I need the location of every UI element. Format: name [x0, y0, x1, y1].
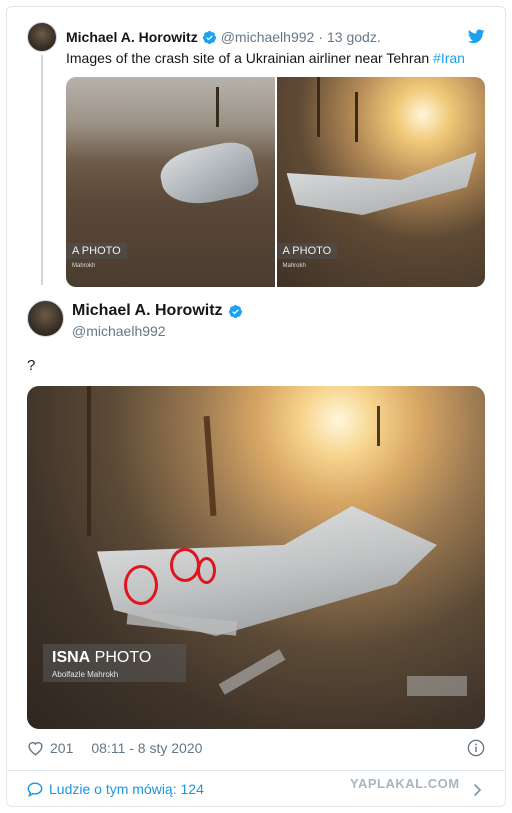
crash-site-photo-1[interactable]: A PHOTO Mahrokh [66, 77, 275, 287]
crash-site-photo-2[interactable]: A PHOTO Mahrokh [276, 77, 485, 287]
tree-shape [316, 77, 320, 137]
highlight-circle [124, 565, 158, 605]
pole-shape [377, 406, 380, 446]
photo-watermark: ISNA PHOTO [52, 649, 151, 667]
quoted-author-handle[interactable]: @michaelh992 [221, 29, 315, 45]
hashtag-link[interactable]: #Iran [433, 50, 465, 66]
tweet-actions: 201 08:11 - 8 sty 2020 [27, 740, 202, 756]
info-icon[interactable] [467, 739, 485, 757]
people-talking-label: Ludzie o tym mówią: 124 [49, 781, 204, 797]
tweet-text: ? [27, 357, 36, 374]
speech-bubble-icon [27, 781, 43, 797]
author-name[interactable]: Michael A. Horowitz [72, 302, 223, 320]
site-watermark: YAPLAKAL.COM [350, 776, 460, 791]
photo-brand: ISNA [52, 649, 91, 666]
pole-shape [203, 415, 217, 517]
wreckage-shape [286, 152, 477, 215]
author-handle[interactable]: @michaelh992 [72, 323, 166, 339]
author-avatar[interactable] [27, 300, 64, 337]
thread-connector-line [41, 55, 43, 285]
highlight-circle [170, 548, 200, 582]
tweet-timestamp[interactable]: 08:11 - 8 sty 2020 [91, 740, 202, 756]
photo-credit: Abolfazle Mahrokh [52, 670, 119, 679]
photo1-credit: Mahrokh [72, 263, 96, 269]
highlight-circle [197, 557, 216, 584]
quoted-header: Michael A. Horowitz @michaelh992 · 13 go… [66, 29, 381, 45]
heart-icon[interactable] [27, 740, 44, 756]
quoted-tweet-text: Images of the crash site of a Ukrainian … [66, 50, 465, 66]
tree-shape [354, 92, 358, 142]
quoted-photo-grid: A PHOTO Mahrokh A PHOTO Mahrokh [66, 77, 485, 287]
quoted-text-body: Images of the crash site of a Ukrainian … [66, 50, 434, 66]
wreckage-shape [156, 137, 261, 212]
verified-badge-icon [202, 30, 216, 44]
photo1-watermark: A PHOTO [66, 243, 127, 259]
quoted-avatar[interactable] [27, 22, 57, 52]
twitter-bird-icon[interactable] [468, 29, 485, 44]
tree-shape [87, 386, 91, 536]
quoted-timestamp[interactable]: 13 godz. [327, 29, 381, 45]
crash-site-photo-main[interactable]: ISNA PHOTO Abolfazle Mahrokh [27, 386, 485, 729]
verified-badge-icon [228, 304, 242, 318]
photo2-watermark: A PHOTO [276, 243, 338, 259]
author-name-row: Michael A. Horowitz [72, 302, 243, 320]
chevron-right-icon[interactable] [473, 783, 482, 797]
separator-dot: · [318, 29, 323, 45]
footer-divider [7, 770, 505, 771]
debris-shape [218, 649, 286, 695]
tree-shape [216, 87, 219, 127]
people-talking-link[interactable]: Ludzie o tym mówią: 124 [27, 781, 204, 797]
like-count[interactable]: 201 [50, 740, 73, 756]
photo2-credit: Mahrokh [282, 263, 306, 269]
quoted-author-name[interactable]: Michael A. Horowitz [66, 29, 198, 45]
debris-shape [407, 676, 467, 696]
photo-brand-suffix: PHOTO [90, 649, 152, 666]
